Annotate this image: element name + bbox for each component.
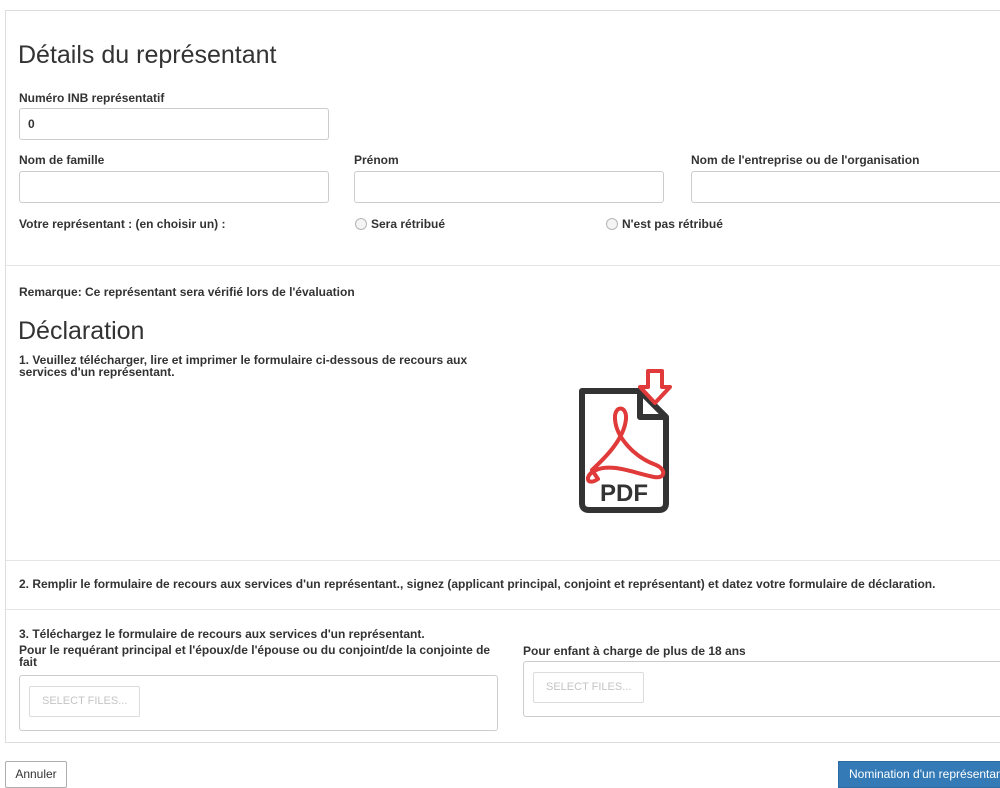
divider (6, 265, 1000, 266)
verification-note: Remarque: Ce représentant sera vérifié l… (19, 285, 355, 299)
representative-choice-label: Votre représentant : (en choisir un) : (19, 217, 226, 231)
representative-panel: Détails du représentant Numéro INB repré… (5, 10, 1000, 743)
option-unpaid-label: N'est pas rétribué (622, 217, 723, 231)
representative-title: Détails du représentant (18, 41, 277, 69)
first-name-label: Prénom (354, 153, 399, 167)
option-paid[interactable]: Sera rétribué (355, 217, 445, 231)
select-files-button[interactable]: SELECT FILES... (533, 672, 645, 703)
step1-text: 1. Veuillez télécharger, lire et imprime… (19, 353, 468, 379)
declaration-title: Déclaration (18, 317, 145, 345)
pdf-label: PDF (600, 480, 648, 507)
last-name-input[interactable] (19, 171, 329, 203)
first-name-input[interactable] (354, 171, 664, 203)
pdf-download-link[interactable]: PDF (566, 367, 686, 517)
pdf-download-icon[interactable]: PDF (566, 367, 686, 517)
upload-child-dropzone[interactable]: SELECT FILES... (523, 661, 1000, 717)
upload-principal-label: Pour le requérant principal et l'époux/d… (19, 643, 491, 669)
nominate-representative-button[interactable]: Nomination d'un représentant (838, 761, 1000, 788)
step2-text: 2. Remplir le formulaire de recours aux … (19, 577, 936, 591)
radio-unpaid[interactable] (606, 218, 618, 230)
upload-principal-dropzone[interactable]: SELECT FILES... (19, 675, 498, 731)
inb-input[interactable]: 0 (19, 108, 329, 140)
company-input[interactable] (691, 171, 1000, 203)
option-unpaid[interactable]: N'est pas rétribué (606, 217, 723, 231)
last-name-label: Nom de famille (19, 153, 105, 167)
step3-text: 3. Téléchargez le formulaire de recours … (19, 627, 425, 641)
radio-paid[interactable] (355, 218, 367, 230)
cancel-button[interactable]: Annuler (5, 761, 67, 788)
select-files-button[interactable]: SELECT FILES... (29, 686, 141, 717)
upload-child-label: Pour enfant à charge de plus de 18 ans (523, 644, 746, 658)
divider (6, 609, 1000, 610)
inb-label: Numéro INB représentatif (19, 91, 165, 105)
company-label: Nom de l'entreprise ou de l'organisation (691, 153, 920, 167)
option-paid-label: Sera rétribué (371, 217, 446, 231)
divider (6, 560, 1000, 561)
